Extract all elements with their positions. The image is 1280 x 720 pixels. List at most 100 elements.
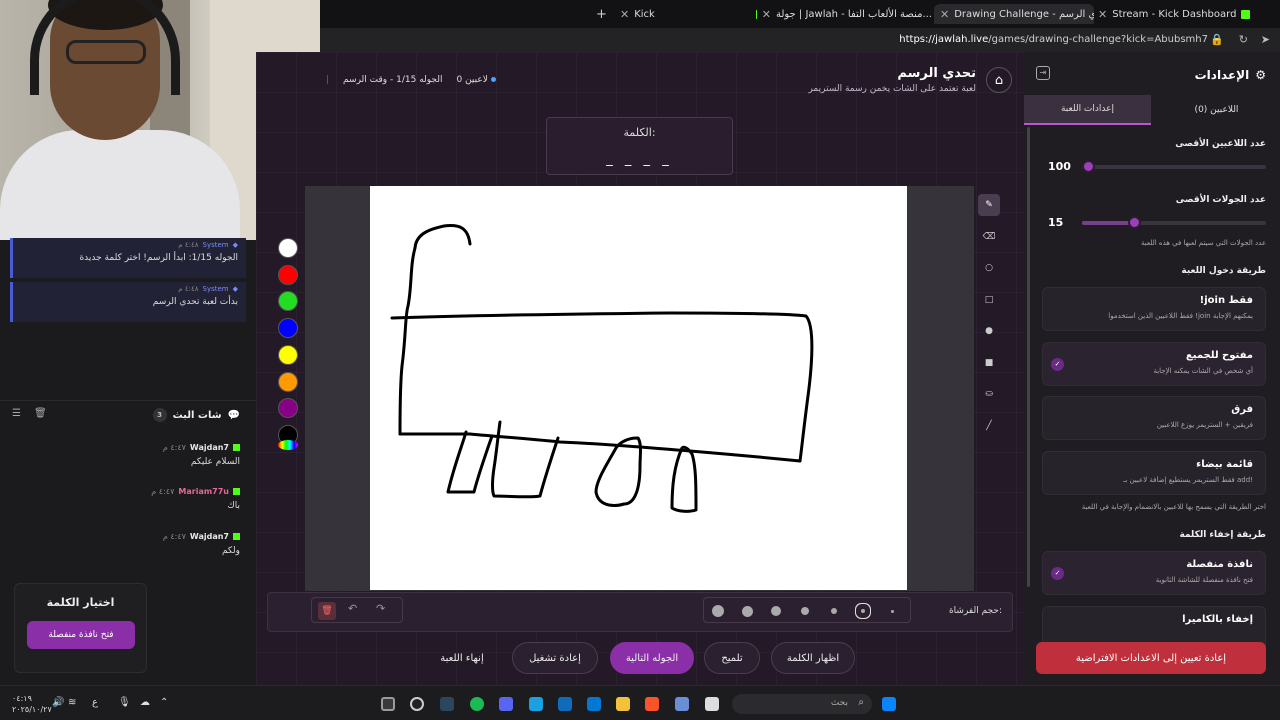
join-option-join-only[interactable]: !join فقط فقط اللاعبين الذين استخدموا !j… xyxy=(1042,287,1266,331)
color-swatch[interactable] xyxy=(278,371,298,392)
brush-size-option[interactable] xyxy=(801,607,809,615)
pencil-tool[interactable]: ✎ xyxy=(978,194,1000,216)
reload-icon[interactable]: ↻ xyxy=(1239,33,1248,46)
pencil-icon: ✎ xyxy=(985,200,993,210)
task-view-icon[interactable] xyxy=(705,697,719,711)
max-rounds-slider[interactable] xyxy=(1082,216,1266,229)
slider-handle[interactable] xyxy=(1081,160,1095,173)
clear-canvas-button[interactable]: 🗑 xyxy=(318,602,336,620)
steam-icon[interactable] xyxy=(440,697,454,711)
cloud-icon[interactable]: ☁ xyxy=(140,697,150,708)
brush-size-option[interactable] xyxy=(890,609,894,613)
vscode-icon[interactable] xyxy=(675,697,689,711)
home-button[interactable]: ⌂ xyxy=(986,67,1012,93)
spotify-icon[interactable] xyxy=(470,697,484,711)
join-option-teams[interactable]: فرق فريقين + الستريمر يوزع اللاعبين xyxy=(1042,396,1266,440)
color-swatch[interactable] xyxy=(278,318,298,339)
eraser-icon: ⌫ xyxy=(982,232,996,242)
filled-circle-icon: ● xyxy=(985,326,993,336)
color-swatch[interactable] xyxy=(278,264,298,285)
chat-sidebar: ٤:٤٨ م System ◆ الجوله 1/15: ابدأ الرسم! ا… xyxy=(0,238,256,685)
close-icon[interactable]: ✕ xyxy=(940,8,949,21)
volume-icon[interactable]: 🔊 xyxy=(52,697,64,708)
filled-circle-tool[interactable]: ● xyxy=(978,320,1000,342)
new-tab-button[interactable]: + xyxy=(596,4,607,24)
brave-icon[interactable] xyxy=(645,697,659,711)
tab-players[interactable]: اللاعبين (0) xyxy=(1153,95,1280,125)
color-swatch[interactable] xyxy=(278,344,298,365)
undo-button[interactable]: ↶ xyxy=(348,602,357,615)
brush-size-option[interactable] xyxy=(861,609,865,613)
store-icon[interactable] xyxy=(587,697,601,711)
close-icon[interactable]: ✕ xyxy=(1098,8,1107,21)
xbox-icon[interactable] xyxy=(381,697,395,711)
next-round-button[interactable]: الجوله التالية xyxy=(610,642,694,674)
canvas-actions: 🗑 ↶ ↷ xyxy=(311,597,403,623)
reset-defaults-button[interactable]: إعادة تعيين إلى الاعدادات الافتراضية xyxy=(1036,642,1266,674)
drawing xyxy=(390,224,814,513)
line-tool[interactable]: ╱ xyxy=(978,415,1000,437)
close-icon[interactable]: ✕ xyxy=(620,8,629,21)
folder-icon[interactable] xyxy=(616,697,630,711)
end-game-button[interactable]: إنهاء اللعبة xyxy=(426,642,498,674)
rectangle-tool[interactable]: □ xyxy=(978,289,1000,311)
brush-size-option[interactable] xyxy=(741,605,753,617)
sidebar-collapse-icon: ⇥ xyxy=(1039,68,1047,77)
chat-count-badge: 3 xyxy=(152,408,167,422)
hide-option-separate-window[interactable]: نافذة منفصلة فتح نافذة منفصلة للشاشة الث… xyxy=(1042,551,1266,595)
browser-tab-drawing-challenge[interactable]: ✕ Drawing Challenge - تحدي الرسم | xyxy=(934,4,1094,24)
discord-icon[interactable] xyxy=(499,697,513,711)
start-icon[interactable] xyxy=(882,697,896,711)
language-indicator[interactable]: ع xyxy=(92,697,98,708)
tab-game-settings[interactable]: إعدادات اللعبة xyxy=(1024,95,1151,125)
color-swatch[interactable] xyxy=(278,238,298,258)
filled-rectangle-tool[interactable]: ■ xyxy=(978,352,1000,374)
join-option-open[interactable]: مفتوح للجميع أي شخص في الشات يمكنه الإجا… xyxy=(1042,342,1266,386)
chevron-up-icon[interactable]: ⌃ xyxy=(160,697,168,708)
list-icon[interactable]: ☰ xyxy=(12,408,21,419)
collapse-panel-button[interactable]: ⇥ xyxy=(1036,66,1050,80)
chat-bubble-icon: 💬 xyxy=(227,409,240,421)
slider-handle[interactable] xyxy=(1127,216,1141,229)
fill-bucket-tool[interactable]: ⛀ xyxy=(978,383,1000,405)
join-method-label: طريقة دخول اللعبة xyxy=(1181,266,1266,276)
max-players-slider[interactable] xyxy=(1081,160,1266,173)
hint-button[interactable]: تلميح xyxy=(704,642,760,674)
round-info: | الجوله 1/15 - وقت الرسم 0 لاعبين xyxy=(326,75,496,85)
edge-icon[interactable] xyxy=(529,697,543,711)
close-icon[interactable]: ✕ xyxy=(762,8,771,21)
restart-button[interactable]: إعادة تشغيل xyxy=(512,642,598,674)
eraser-tool[interactable]: ⌫ xyxy=(978,226,1000,248)
max-rounds-hint: عدد الجولات التي سيتم لعبها في هذه اللعب… xyxy=(1141,239,1266,247)
obs-icon[interactable] xyxy=(410,697,424,711)
show-word-button[interactable]: اظهار الكلمة xyxy=(771,642,855,674)
hide-option-camera[interactable]: إخفاء بالكاميرا xyxy=(1042,606,1266,645)
wifi-icon[interactable]: ≋ xyxy=(68,697,76,708)
open-separate-window-button[interactable]: فتح نافذة منفصلة xyxy=(27,621,135,649)
address-bar[interactable]: https://jawlah.live/games/drawing-challe… xyxy=(320,28,1280,52)
game-area: ⌂ تحدي الرسم لعبة تعتمد على الشات يخمن ر… xyxy=(256,52,1024,685)
share-icon[interactable]: ➤ xyxy=(1261,33,1270,46)
redo-button[interactable]: ↷ xyxy=(376,602,385,615)
trash-icon[interactable]: 🗑 xyxy=(34,408,47,419)
drawing-canvas[interactable] xyxy=(370,186,907,590)
brush-size-option[interactable] xyxy=(712,605,724,617)
browser-tab-jawlah[interactable]: ✕ جولة | Jawlah - منصة الألعاب التفا... xyxy=(756,4,932,24)
mail-icon[interactable] xyxy=(558,697,572,711)
join-option-whitelist[interactable]: قائمة بيضاء فقط الستريمر يستطيع إضافة لا… xyxy=(1042,451,1266,495)
headset xyxy=(30,0,180,95)
microphone-icon[interactable]: 🎙 xyxy=(118,697,131,708)
color-swatch[interactable] xyxy=(278,291,298,312)
color-swatch[interactable] xyxy=(278,398,298,419)
kick-icon xyxy=(756,9,757,19)
custom-color-picker[interactable] xyxy=(278,439,298,450)
circle-tool[interactable]: ○ xyxy=(978,257,1000,279)
taskbar-search[interactable]: ⌕ بحث xyxy=(732,694,872,714)
brush-size-option[interactable] xyxy=(771,606,781,616)
url-text[interactable]: https://jawlah.live/games/drawing-challe… xyxy=(899,34,1208,45)
brush-size-option[interactable] xyxy=(831,608,837,614)
page-title: تحدي الرسم xyxy=(897,66,976,81)
browser-tab-kick-dashboard[interactable]: ✕ Stream - Kick Dashboard xyxy=(1098,4,1250,24)
browser-tab-kick[interactable]: ✕ Kick xyxy=(620,4,750,24)
join-method-hint: اختر الطريقة التي يسمح بها للاعبين بالان… xyxy=(1081,503,1266,511)
